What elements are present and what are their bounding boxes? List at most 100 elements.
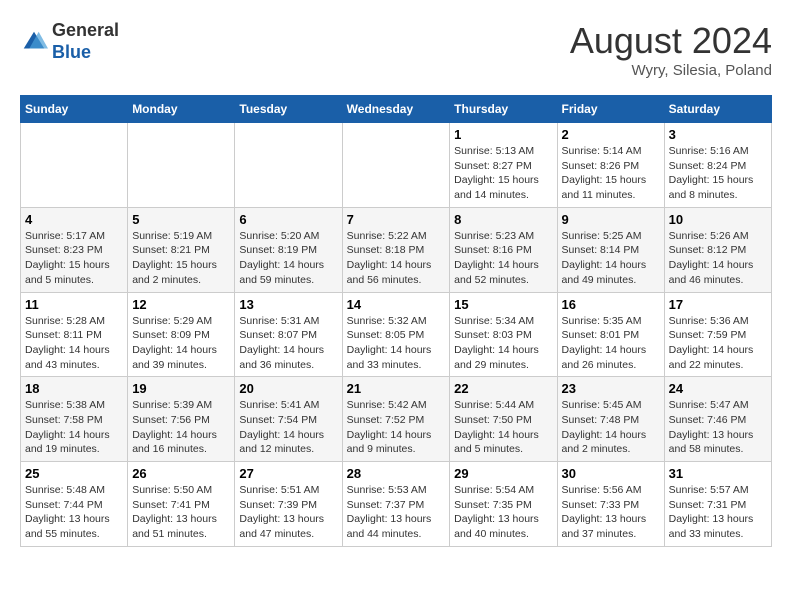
calendar-day-cell: 24Sunrise: 5:47 AM Sunset: 7:46 PM Dayli… [664, 377, 771, 462]
calendar-day-cell: 27 Sunrise: 5:51 AM Sunset: 7:39 PM Dayli… [235, 462, 342, 547]
calendar-day-cell: 4 Sunrise: 5:17 AM Sunset: 8:23 PM Daylig… [21, 207, 128, 292]
day-number: 13 [239, 297, 337, 312]
calendar-week-row: 1Sunrise: 5:13 AM Sunset: 8:27 PM Daylig… [21, 123, 772, 208]
day-number: 17 [669, 297, 767, 312]
day-info: Sunrise: 5:50 AM Sunset: 7:41 PM Dayligh… [132, 483, 230, 542]
day-number: 28 [347, 466, 446, 481]
day-number: 23 [562, 381, 660, 396]
day-number: 9 [562, 212, 660, 227]
calendar-day-cell: 7 Sunrise: 5:22 AM Sunset: 8:18 PM Daylig… [342, 207, 450, 292]
day-number: 30 [562, 466, 660, 481]
calendar-day-cell [21, 123, 128, 208]
day-number: 10 [669, 212, 767, 227]
day-of-week-header: Thursday [450, 96, 557, 123]
calendar-day-cell: 28Sunrise: 5:53 AM Sunset: 7:37 PM Dayli… [342, 462, 450, 547]
day-info: Sunrise: 5:16 AM Sunset: 8:24 PM Dayligh… [669, 144, 767, 203]
day-info: Sunrise: 5:42 AM Sunset: 7:52 PM Dayligh… [347, 398, 446, 457]
calendar-day-cell [342, 123, 450, 208]
calendar-day-cell [235, 123, 342, 208]
day-number: 2 [562, 127, 660, 142]
day-number: 25 [25, 466, 123, 481]
day-of-week-header: Sunday [21, 96, 128, 123]
day-of-week-header: Friday [557, 96, 664, 123]
day-info: Sunrise: 5:44 AM Sunset: 7:50 PM Dayligh… [454, 398, 552, 457]
calendar-day-cell: 17 Sunrise: 5:36 AM Sunset: 7:59 PM Dayli… [664, 292, 771, 377]
day-number: 29 [454, 466, 552, 481]
day-number: 5 [132, 212, 230, 227]
day-info: Sunrise: 5:19 AM Sunset: 8:21 PM Dayligh… [132, 229, 230, 288]
day-info: Sunrise: 5:34 AM Sunset: 8:03 PM Dayligh… [454, 314, 552, 373]
day-info: Sunrise: 5:25 AM Sunset: 8:14 PM Dayligh… [562, 229, 660, 288]
calendar-week-row: 25 Sunrise: 5:48 AM Sunset: 7:44 PM Dayli… [21, 462, 772, 547]
calendar-body: 1Sunrise: 5:13 AM Sunset: 8:27 PM Daylig… [21, 123, 772, 547]
month-year: August 2024 [570, 20, 772, 62]
page-header: General Blue August 2024 Wyry, Silesia, … [20, 20, 772, 79]
day-info: Sunrise: 5:54 AM Sunset: 7:35 PM Dayligh… [454, 483, 552, 542]
day-number: 19 [132, 381, 230, 396]
day-number: 4 [25, 212, 123, 227]
day-number: 14 [347, 297, 446, 312]
day-number: 26 [132, 466, 230, 481]
day-info: Sunrise: 5:26 AM Sunset: 8:12 PM Dayligh… [669, 229, 767, 288]
location: Wyry, Silesia, Poland [570, 62, 772, 79]
day-of-week-header: Saturday [664, 96, 771, 123]
day-number: 20 [239, 381, 337, 396]
calendar-day-cell: 31Sunrise: 5:57 AM Sunset: 7:31 PM Dayli… [664, 462, 771, 547]
calendar-day-cell: 3 Sunrise: 5:16 AM Sunset: 8:24 PM Daylig… [664, 123, 771, 208]
calendar-day-cell: 22 Sunrise: 5:44 AM Sunset: 7:50 PM Dayli… [450, 377, 557, 462]
calendar-day-cell: 29 Sunrise: 5:54 AM Sunset: 7:35 PM Dayli… [450, 462, 557, 547]
day-of-week-header: Monday [128, 96, 235, 123]
day-info: Sunrise: 5:20 AM Sunset: 8:19 PM Dayligh… [239, 229, 337, 288]
day-info: Sunrise: 5:32 AM Sunset: 8:05 PM Dayligh… [347, 314, 446, 373]
day-info: Sunrise: 5:22 AM Sunset: 8:18 PM Dayligh… [347, 229, 446, 288]
day-info: Sunrise: 5:23 AM Sunset: 8:16 PM Dayligh… [454, 229, 552, 288]
day-header-row: SundayMondayTuesdayWednesdayThursdayFrid… [21, 96, 772, 123]
calendar-week-row: 11Sunrise: 5:28 AM Sunset: 8:11 PM Dayli… [21, 292, 772, 377]
calendar-day-cell: 11Sunrise: 5:28 AM Sunset: 8:11 PM Dayli… [21, 292, 128, 377]
calendar-day-cell: 9 Sunrise: 5:25 AM Sunset: 8:14 PM Daylig… [557, 207, 664, 292]
day-of-week-header: Tuesday [235, 96, 342, 123]
calendar-day-cell: 20 Sunrise: 5:41 AM Sunset: 7:54 PM Dayli… [235, 377, 342, 462]
calendar-day-cell: 16 Sunrise: 5:35 AM Sunset: 8:01 PM Dayli… [557, 292, 664, 377]
calendar-day-cell [128, 123, 235, 208]
day-info: Sunrise: 5:35 AM Sunset: 8:01 PM Dayligh… [562, 314, 660, 373]
day-info: Sunrise: 5:36 AM Sunset: 7:59 PM Dayligh… [669, 314, 767, 373]
day-info: Sunrise: 5:31 AM Sunset: 8:07 PM Dayligh… [239, 314, 337, 373]
day-info: Sunrise: 5:51 AM Sunset: 7:39 PM Dayligh… [239, 483, 337, 542]
day-number: 16 [562, 297, 660, 312]
logo-blue-text: Blue [52, 42, 91, 62]
logo-icon [20, 28, 48, 56]
calendar-day-cell: 12Sunrise: 5:29 AM Sunset: 8:09 PM Dayli… [128, 292, 235, 377]
day-number: 6 [239, 212, 337, 227]
title-block: August 2024 Wyry, Silesia, Poland [570, 20, 772, 79]
day-number: 27 [239, 466, 337, 481]
calendar-day-cell: 19 Sunrise: 5:39 AM Sunset: 7:56 PM Dayli… [128, 377, 235, 462]
calendar-day-cell: 18 Sunrise: 5:38 AM Sunset: 7:58 PM Dayli… [21, 377, 128, 462]
day-of-week-header: Wednesday [342, 96, 450, 123]
day-info: Sunrise: 5:47 AM Sunset: 7:46 PM Dayligh… [669, 398, 767, 457]
calendar-day-cell: 13 Sunrise: 5:31 AM Sunset: 8:07 PM Dayli… [235, 292, 342, 377]
day-info: Sunrise: 5:38 AM Sunset: 7:58 PM Dayligh… [25, 398, 123, 457]
calendar-day-cell: 15 Sunrise: 5:34 AM Sunset: 8:03 PM Dayli… [450, 292, 557, 377]
calendar-table: SundayMondayTuesdayWednesdayThursdayFrid… [20, 95, 772, 547]
day-info: Sunrise: 5:14 AM Sunset: 8:26 PM Dayligh… [562, 144, 660, 203]
calendar-day-cell: 30Sunrise: 5:56 AM Sunset: 7:33 PM Dayli… [557, 462, 664, 547]
day-number: 11 [25, 297, 123, 312]
calendar-day-cell: 1Sunrise: 5:13 AM Sunset: 8:27 PM Daylig… [450, 123, 557, 208]
day-number: 18 [25, 381, 123, 396]
day-number: 3 [669, 127, 767, 142]
day-info: Sunrise: 5:45 AM Sunset: 7:48 PM Dayligh… [562, 398, 660, 457]
day-info: Sunrise: 5:17 AM Sunset: 8:23 PM Dayligh… [25, 229, 123, 288]
day-number: 7 [347, 212, 446, 227]
calendar-day-cell: 25 Sunrise: 5:48 AM Sunset: 7:44 PM Dayli… [21, 462, 128, 547]
day-number: 8 [454, 212, 552, 227]
day-number: 1 [454, 127, 552, 142]
day-number: 15 [454, 297, 552, 312]
day-number: 21 [347, 381, 446, 396]
calendar-day-cell: 14 Sunrise: 5:32 AM Sunset: 8:05 PM Dayli… [342, 292, 450, 377]
day-info: Sunrise: 5:48 AM Sunset: 7:44 PM Dayligh… [25, 483, 123, 542]
day-info: Sunrise: 5:41 AM Sunset: 7:54 PM Dayligh… [239, 398, 337, 457]
day-info: Sunrise: 5:29 AM Sunset: 8:09 PM Dayligh… [132, 314, 230, 373]
day-info: Sunrise: 5:39 AM Sunset: 7:56 PM Dayligh… [132, 398, 230, 457]
day-number: 22 [454, 381, 552, 396]
